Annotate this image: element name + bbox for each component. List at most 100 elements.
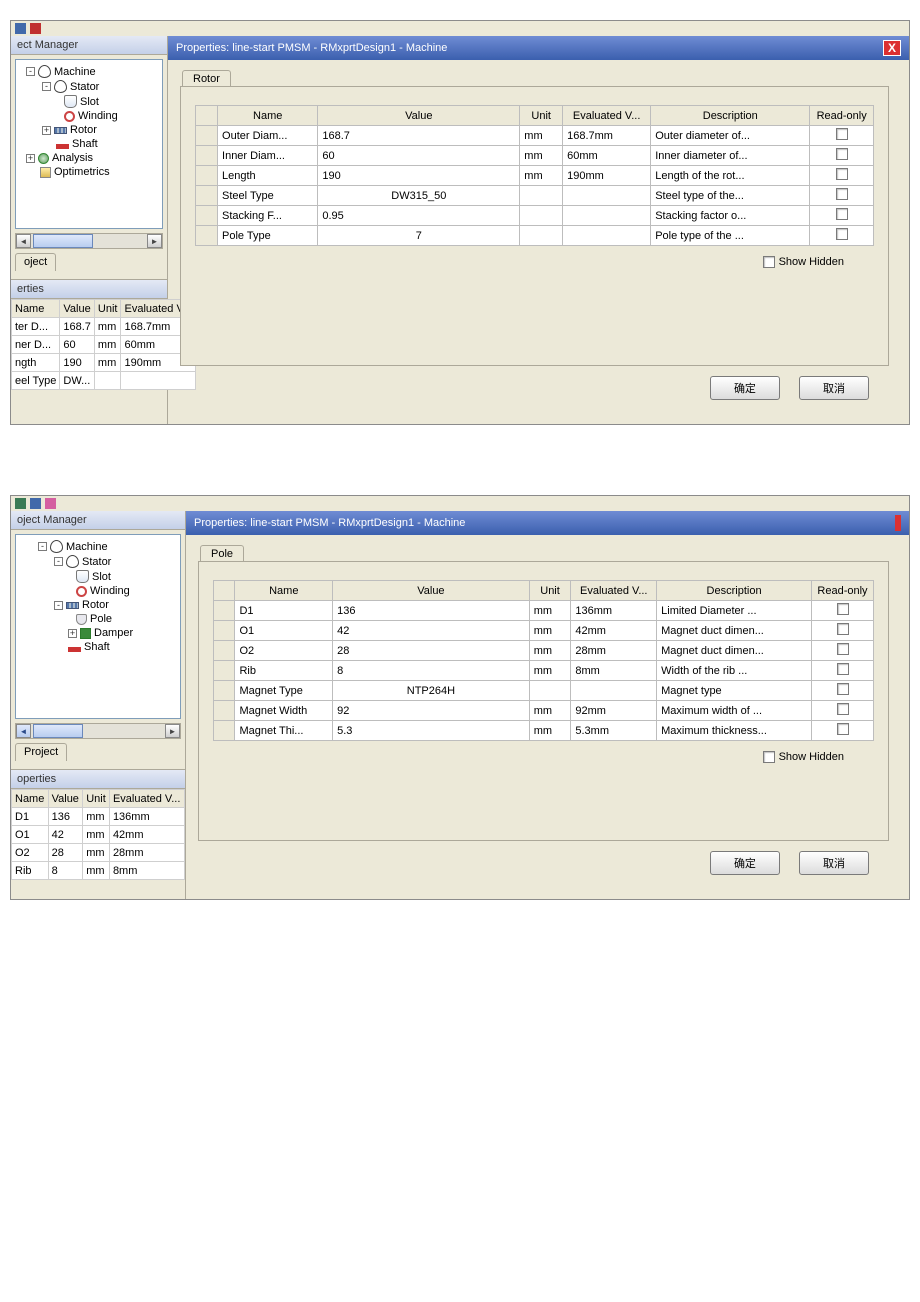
- col-name[interactable]: Name: [218, 106, 318, 126]
- readonly-checkbox[interactable]: [836, 128, 848, 140]
- scroll-thumb[interactable]: [33, 234, 93, 248]
- tree-analysis[interactable]: Analysis: [52, 152, 93, 164]
- tree-damper[interactable]: Damper: [94, 627, 133, 639]
- tree-slot[interactable]: Slot: [92, 571, 111, 583]
- tree-slot[interactable]: Slot: [80, 96, 99, 108]
- tree-scrollbar[interactable]: ◄ ►: [15, 723, 181, 739]
- table-row: Magnet TypeNTP264HMagnet type: [214, 681, 874, 701]
- table-row: Length190mm190mmLength of the rot...: [196, 166, 874, 186]
- cancel-button[interactable]: 取消: [799, 376, 869, 400]
- col-value[interactable]: Value: [318, 106, 520, 126]
- table-row: Pole Type7Pole type of the ...: [196, 226, 874, 246]
- scroll-thumb[interactable]: [33, 724, 83, 738]
- col-unit[interactable]: Unit: [94, 300, 121, 318]
- close-icon[interactable]: X: [883, 40, 901, 56]
- tree-rotor[interactable]: Rotor: [82, 599, 109, 611]
- col-name[interactable]: Name: [235, 581, 333, 601]
- shaft-icon: [68, 647, 81, 652]
- toolbar-icon-2[interactable]: [30, 23, 41, 34]
- col-desc[interactable]: Description: [657, 581, 812, 601]
- dialog-titlebar[interactable]: Properties: line-start PMSM - RMxprtDesi…: [186, 511, 909, 535]
- col-readonly[interactable]: Read-only: [810, 106, 874, 126]
- col-unit[interactable]: Unit: [520, 106, 563, 126]
- readonly-checkbox[interactable]: [836, 188, 848, 200]
- tree-shaft[interactable]: Shaft: [72, 138, 98, 150]
- readonly-checkbox[interactable]: [837, 603, 849, 615]
- col-readonly[interactable]: Read-only: [812, 581, 874, 601]
- expander-icon[interactable]: -: [38, 542, 47, 551]
- tree-rotor[interactable]: Rotor: [70, 124, 97, 136]
- expander-icon[interactable]: +: [42, 126, 51, 135]
- readonly-checkbox[interactable]: [836, 168, 848, 180]
- properties-dialog: Properties: line-start PMSM - RMxprtDesi…: [186, 511, 909, 899]
- toolbar-icon-1[interactable]: [15, 23, 26, 34]
- project-tab[interactable]: oject: [15, 253, 56, 271]
- tree-stator[interactable]: Stator: [70, 81, 99, 93]
- tree-winding[interactable]: Winding: [78, 110, 118, 122]
- tree-stator[interactable]: Stator: [82, 556, 111, 568]
- col-eval[interactable]: Evaluated V...: [571, 581, 657, 601]
- expander-icon[interactable]: -: [42, 82, 51, 91]
- expander-icon[interactable]: +: [26, 154, 35, 163]
- col-value[interactable]: Value: [60, 300, 95, 318]
- col-name[interactable]: Name: [12, 790, 49, 808]
- readonly-checkbox[interactable]: [837, 623, 849, 635]
- window-pole: oject Manager -Machine -Stator Slot Wind…: [10, 495, 910, 900]
- tree-optimetrics[interactable]: Optimetrics: [54, 166, 110, 178]
- expander-icon[interactable]: -: [54, 601, 63, 610]
- project-tree[interactable]: -Machine -Stator Slot Winding -Rotor Pol…: [15, 534, 181, 719]
- toolbar-icon-3[interactable]: [45, 498, 56, 509]
- tab-rotor[interactable]: Rotor: [182, 70, 231, 87]
- col-unit[interactable]: Unit: [529, 581, 571, 601]
- expander-icon[interactable]: +: [68, 629, 77, 638]
- dialog-titlebar[interactable]: Properties: line-start PMSM - RMxprtDesi…: [168, 36, 909, 60]
- toolbar-icon-2[interactable]: [30, 498, 41, 509]
- scroll-right-icon[interactable]: ►: [147, 234, 162, 248]
- readonly-checkbox[interactable]: [837, 663, 849, 675]
- readonly-checkbox[interactable]: [836, 208, 848, 220]
- tree-pole[interactable]: Pole: [90, 613, 112, 625]
- table-row: O142mm42mmMagnet duct dimen...: [214, 621, 874, 641]
- toolbar-icon-1[interactable]: [15, 498, 26, 509]
- ok-button[interactable]: 确定: [710, 376, 780, 400]
- tree-shaft[interactable]: Shaft: [84, 641, 110, 653]
- col-value[interactable]: Value: [48, 790, 83, 808]
- project-tab[interactable]: Project: [15, 743, 67, 761]
- col-eval[interactable]: Evaluated V...: [563, 106, 651, 126]
- close-icon[interactable]: [895, 515, 901, 531]
- tree-winding[interactable]: Winding: [90, 585, 130, 597]
- ok-button[interactable]: 确定: [710, 851, 780, 875]
- readonly-checkbox[interactable]: [837, 703, 849, 715]
- tree-machine[interactable]: Machine: [66, 541, 108, 553]
- show-hidden-row: Show Hidden: [195, 246, 874, 268]
- expander-icon[interactable]: -: [26, 67, 35, 76]
- readonly-checkbox[interactable]: [837, 723, 849, 735]
- show-hidden-checkbox[interactable]: [763, 256, 775, 268]
- show-hidden-checkbox[interactable]: [763, 751, 775, 763]
- row-header-blank: [196, 106, 218, 126]
- analysis-icon: [38, 153, 49, 164]
- dialog-panel: Name Value Unit Evaluated V... Descripti…: [198, 561, 889, 841]
- dialog-title-text: Properties: line-start PMSM - RMxprtDesi…: [176, 42, 447, 54]
- col-desc[interactable]: Description: [651, 106, 810, 126]
- col-name[interactable]: Name: [12, 300, 60, 318]
- scroll-left-icon[interactable]: ◄: [16, 724, 31, 738]
- col-unit[interactable]: Unit: [83, 790, 110, 808]
- tab-pole[interactable]: Pole: [200, 545, 244, 562]
- readonly-checkbox[interactable]: [836, 228, 848, 240]
- scroll-left-icon[interactable]: ◄: [16, 234, 31, 248]
- col-value[interactable]: Value: [333, 581, 530, 601]
- project-tree[interactable]: -Machine -Stator Slot Winding +Rotor Sha…: [15, 59, 163, 229]
- readonly-checkbox[interactable]: [836, 148, 848, 160]
- cancel-button[interactable]: 取消: [799, 851, 869, 875]
- expander-icon[interactable]: -: [54, 557, 63, 566]
- readonly-checkbox[interactable]: [837, 643, 849, 655]
- tree-scrollbar[interactable]: ◄ ►: [15, 233, 163, 249]
- readonly-checkbox[interactable]: [837, 683, 849, 695]
- project-manager-title: oject Manager: [11, 511, 185, 530]
- scroll-right-icon[interactable]: ►: [165, 724, 180, 738]
- tree-machine[interactable]: Machine: [54, 66, 96, 78]
- table-row: Magnet Thi...5.3mm5.3mmMaximum thickness…: [214, 721, 874, 741]
- col-eval[interactable]: Evaluated V...: [109, 790, 184, 808]
- toolbar: [11, 496, 909, 511]
